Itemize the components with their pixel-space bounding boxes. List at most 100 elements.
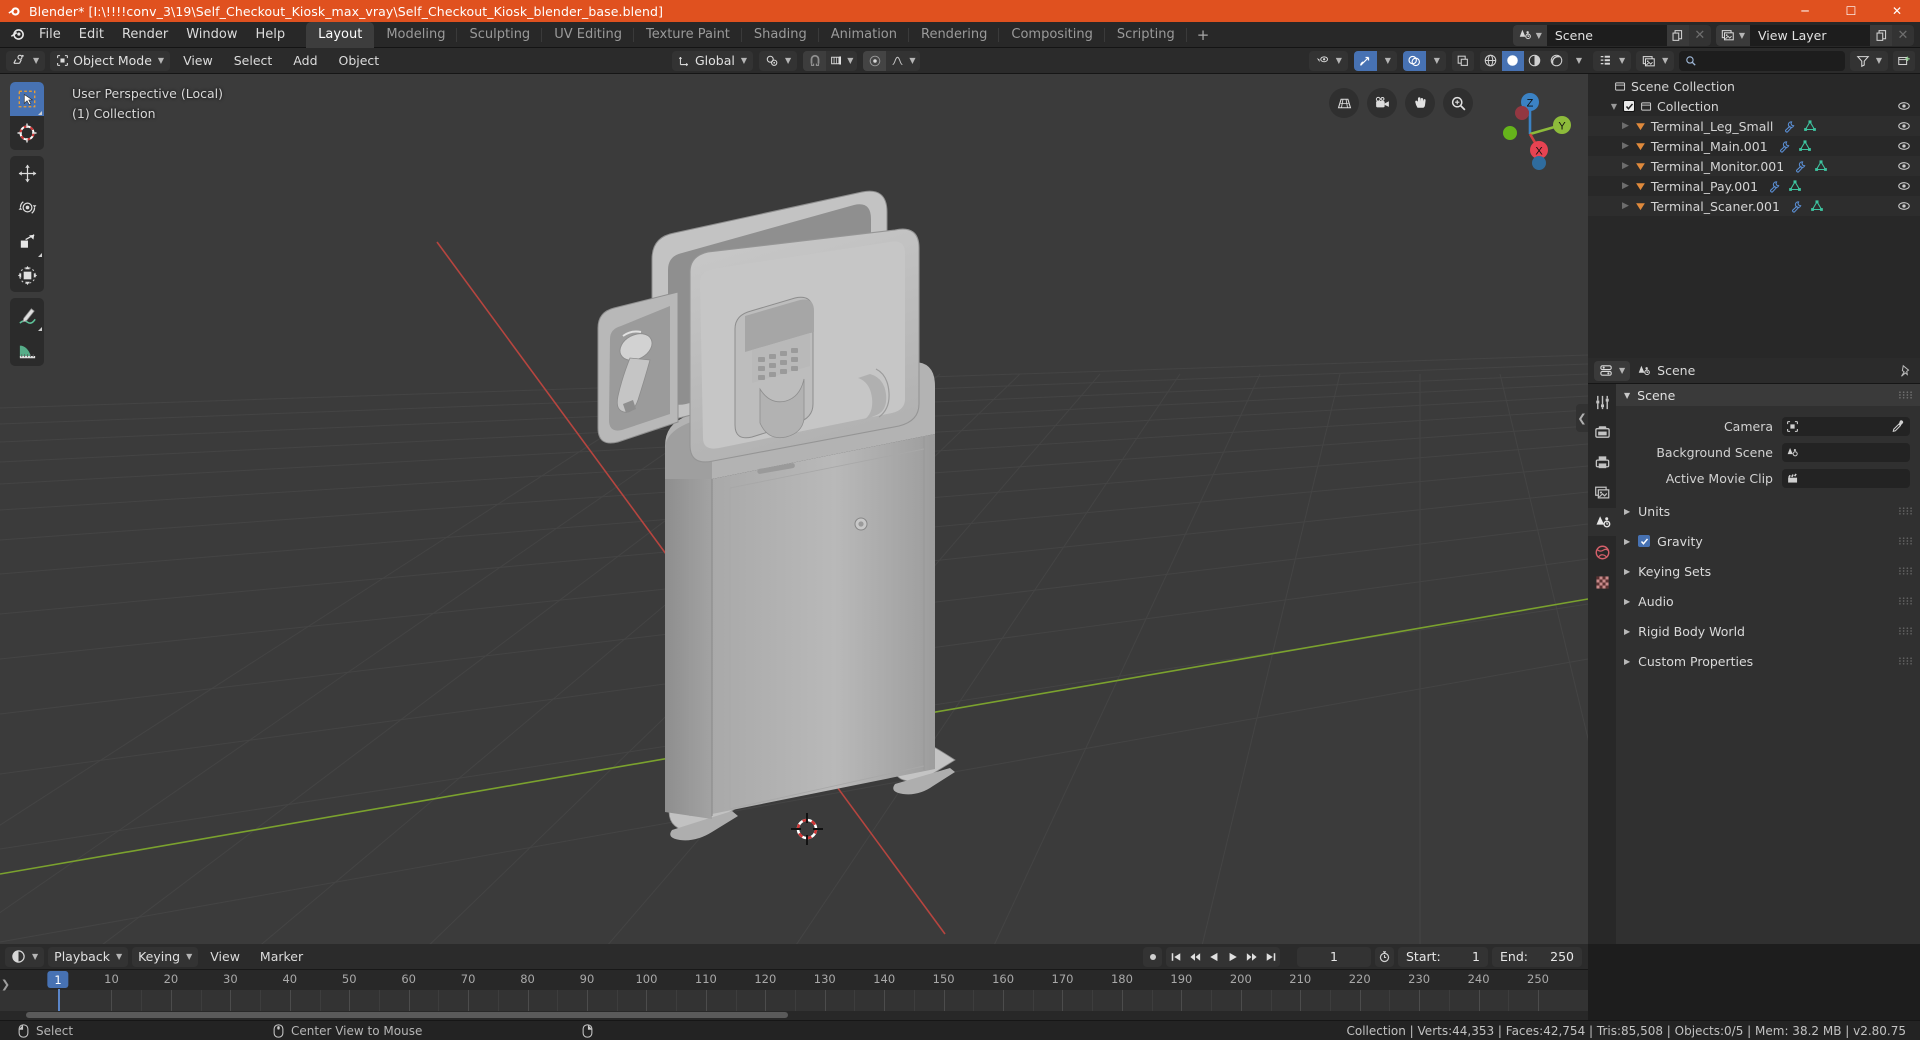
- section-audio[interactable]: ▶ Audio: [1616, 590, 1920, 612]
- new-collection-button[interactable]: [1893, 50, 1915, 71]
- tab-modeling[interactable]: Modeling: [374, 22, 458, 48]
- outliner-row-object[interactable]: ▶ Terminal_Scaner.001: [1588, 196, 1920, 216]
- active-movie-clip-field[interactable]: [1782, 468, 1910, 488]
- outliner-display-mode-selector[interactable]: ▼: [1593, 50, 1632, 71]
- section-gravity[interactable]: ▶ Gravity: [1616, 530, 1920, 552]
- 3d-viewport[interactable]: User Perspective (Local) (1) Collection: [0, 74, 1588, 944]
- tab-rendering[interactable]: Rendering: [909, 22, 1000, 48]
- new-view-layer-button[interactable]: [1870, 24, 1892, 46]
- visibility-eye-icon[interactable]: [1897, 99, 1911, 113]
- annotate-tool[interactable]: [10, 298, 44, 332]
- visibility-eye-icon[interactable]: [1897, 139, 1911, 153]
- gizmo-options-dropdown[interactable]: ▼: [1377, 51, 1397, 71]
- properties-tab-view-layer[interactable]: [1588, 478, 1616, 506]
- properties-tab-scene[interactable]: [1588, 508, 1616, 536]
- outliner-filter-button[interactable]: ▼: [1849, 50, 1888, 71]
- menu-file[interactable]: File: [30, 25, 70, 45]
- mesh-data-icon[interactable]: [1788, 179, 1802, 193]
- tab-shading[interactable]: Shading: [742, 22, 819, 48]
- interaction-mode-selector[interactable]: Object Mode ▼: [50, 50, 171, 71]
- snap-target-selector[interactable]: ▼: [826, 51, 857, 71]
- viewport-menu-object[interactable]: Object: [331, 51, 388, 71]
- outliner-row-object[interactable]: ▶ Terminal_Monitor.001: [1588, 156, 1920, 176]
- timeline-menu-keying[interactable]: Keying ▼: [132, 946, 199, 967]
- frame-end-field[interactable]: End: 250: [1492, 946, 1582, 967]
- modifier-icon[interactable]: [1783, 120, 1796, 133]
- view-layer-name[interactable]: View Layer: [1750, 24, 1870, 46]
- next-keyframe-button[interactable]: [1242, 947, 1261, 967]
- outliner-row-scene-collection[interactable]: Scene Collection: [1588, 76, 1920, 96]
- tab-texture-paint[interactable]: Texture Paint: [634, 22, 742, 48]
- menu-edit[interactable]: Edit: [70, 25, 113, 45]
- pivot-point-selector[interactable]: ▼: [759, 50, 798, 71]
- editor-type-selector[interactable]: ▼: [6, 50, 46, 71]
- rotate-tool[interactable]: [10, 190, 44, 224]
- viewport-menu-view[interactable]: View: [175, 51, 221, 71]
- timeline-playhead[interactable]: 1: [47, 971, 69, 988]
- scene-browse-button[interactable]: ▼: [1512, 24, 1547, 46]
- shading-wireframe-button[interactable]: [1480, 51, 1502, 71]
- properties-tab-render[interactable]: [1588, 418, 1616, 446]
- gravity-checkbox[interactable]: [1638, 535, 1651, 547]
- timeline-sidebar-toggle[interactable]: ❯: [0, 973, 11, 995]
- xray-toggle[interactable]: [1451, 50, 1474, 71]
- object-visibility-selector[interactable]: ▼: [1308, 50, 1348, 71]
- jump-to-end-button[interactable]: [1261, 947, 1280, 967]
- properties-tab-texture[interactable]: [1588, 568, 1616, 596]
- timeline-scroll-thumb[interactable]: [26, 1012, 788, 1018]
- camera-view-icon[interactable]: [1367, 88, 1397, 118]
- add-workspace-button[interactable]: +: [1187, 22, 1220, 48]
- zoom-region-icon[interactable]: [1329, 88, 1359, 118]
- transform-tool[interactable]: [10, 258, 44, 292]
- tab-sculpting[interactable]: Sculpting: [457, 22, 542, 48]
- cursor-tool[interactable]: [10, 116, 44, 150]
- shading-solid-button[interactable]: [1501, 50, 1524, 71]
- modifier-icon[interactable]: [1768, 180, 1781, 193]
- mesh-data-icon[interactable]: [1814, 159, 1828, 173]
- jump-to-start-button[interactable]: [1166, 947, 1185, 967]
- overlays-toggle[interactable]: [1402, 50, 1426, 71]
- viewport-menu-add[interactable]: Add: [285, 51, 325, 71]
- tweak-select-box-tool[interactable]: [10, 82, 44, 116]
- properties-editor-type-selector[interactable]: ▼: [1594, 360, 1631, 381]
- outliner-row-object[interactable]: ▶ Terminal_Leg_Small: [1588, 116, 1920, 136]
- scale-tool[interactable]: [10, 224, 44, 258]
- timeline-menu-playback[interactable]: Playback ▼: [48, 946, 129, 967]
- menu-window[interactable]: Window: [177, 25, 246, 45]
- view-layer-selector[interactable]: ▼ View Layer ✕: [1715, 24, 1914, 46]
- overlays-options-dropdown[interactable]: ▼: [1426, 51, 1446, 71]
- outliner-row-object[interactable]: ▶ Terminal_Pay.001: [1588, 176, 1920, 196]
- section-keying-sets[interactable]: ▶ Keying Sets: [1616, 560, 1920, 582]
- eyedropper-icon[interactable]: [1891, 419, 1905, 433]
- visibility-eye-icon[interactable]: [1897, 179, 1911, 193]
- panel-header-scene[interactable]: ▼ Scene: [1616, 384, 1920, 406]
- collection-checkbox[interactable]: [1623, 100, 1635, 112]
- view-layer-browse-button[interactable]: ▼: [1715, 24, 1750, 46]
- timeline-menu-marker[interactable]: Marker: [252, 947, 311, 967]
- snap-toggle-button[interactable]: [803, 50, 827, 71]
- properties-tab-world[interactable]: [1588, 538, 1616, 566]
- navigation-gizmo[interactable]: Z Y X: [1484, 88, 1576, 180]
- blender-logo-icon[interactable]: [4, 22, 30, 48]
- tab-scripting[interactable]: Scripting: [1105, 22, 1187, 48]
- timeline-ruler[interactable]: 10 20 30 40 50 60 70 80 90 100 110 120 130 140 150 160 1…: [0, 970, 1588, 990]
- properties-tab-output[interactable]: [1588, 448, 1616, 476]
- outliner-filter-id-selector[interactable]: ▼: [1636, 50, 1675, 71]
- mesh-data-icon[interactable]: [1810, 199, 1824, 213]
- menu-render[interactable]: Render: [113, 25, 177, 45]
- viewport-sidebar-toggle[interactable]: ❮: [1576, 404, 1588, 432]
- shading-rendered-button[interactable]: [1546, 51, 1568, 71]
- modifier-icon[interactable]: [1794, 160, 1807, 173]
- modifier-icon[interactable]: [1778, 140, 1791, 153]
- outliner-row-collection[interactable]: ▼ Collection: [1588, 96, 1920, 116]
- scene-name[interactable]: Scene: [1546, 24, 1667, 46]
- remove-view-layer-button[interactable]: ✕: [1892, 24, 1914, 46]
- camera-field[interactable]: [1782, 416, 1910, 436]
- shading-material-preview-button[interactable]: [1524, 51, 1546, 71]
- play-reverse-button[interactable]: [1204, 947, 1223, 967]
- mesh-data-icon[interactable]: [1803, 119, 1817, 133]
- zoom-view-icon[interactable]: [1443, 88, 1473, 118]
- outliner-search-input[interactable]: [1679, 50, 1845, 71]
- frame-start-field[interactable]: Start: 1: [1398, 946, 1488, 967]
- background-scene-field[interactable]: [1782, 442, 1910, 462]
